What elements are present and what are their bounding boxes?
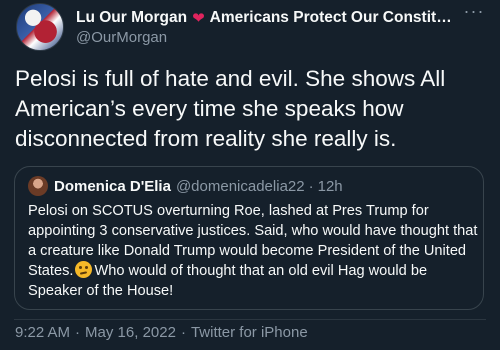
tweet-date[interactable]: May 16, 2022: [85, 324, 176, 341]
tweet-text: Pelosi is full of hate and evil. She sho…: [15, 66, 446, 151]
tweet: Lu Our Morgan ❤ Americans Protect Our Co…: [0, 0, 500, 350]
quoted-timestamp: 12h: [317, 177, 343, 195]
quoted-author-name: Domenica D'Elia: [54, 177, 171, 195]
author-name-row[interactable]: Lu Our Morgan ❤ Americans Protect Our Co…: [76, 7, 456, 29]
quoted-tweet-header: Domenica D'Elia @domenicadelia22 · 12h: [28, 175, 343, 197]
tweet-time[interactable]: 9:22 AM: [15, 324, 70, 341]
tweet-source[interactable]: Twitter for iPhone: [191, 324, 308, 341]
author-display-name[interactable]: Lu Our Morgan: [76, 9, 187, 27]
quoted-author-avatar: [28, 176, 48, 196]
author-name-suffix[interactable]: Americans Protect Our Constitu...: [210, 9, 456, 27]
quoted-tweet-card[interactable]: Domenica D'Elia @domenicadelia22 · 12h P…: [14, 166, 484, 310]
tweet-meta: 9:22 AM · May 16, 2022 · Twitter for iPh…: [15, 324, 308, 341]
meta-separator: ·: [180, 324, 186, 341]
author-avatar[interactable]: [16, 3, 64, 51]
divider: [14, 319, 486, 320]
meta-separator: ·: [75, 324, 81, 341]
quoted-separator: ·: [308, 177, 314, 195]
more-options-icon[interactable]: ···: [460, 2, 488, 24]
heart-icon: ❤: [192, 9, 205, 27]
thinking-face-icon: [75, 261, 93, 278]
quoted-author-handle: @domenicadelia22: [175, 177, 305, 195]
author-handle[interactable]: @OurMorgan: [76, 29, 167, 46]
quoted-tweet-text: Pelosi on SCOTUS overturning Roe, lashed…: [28, 201, 478, 301]
